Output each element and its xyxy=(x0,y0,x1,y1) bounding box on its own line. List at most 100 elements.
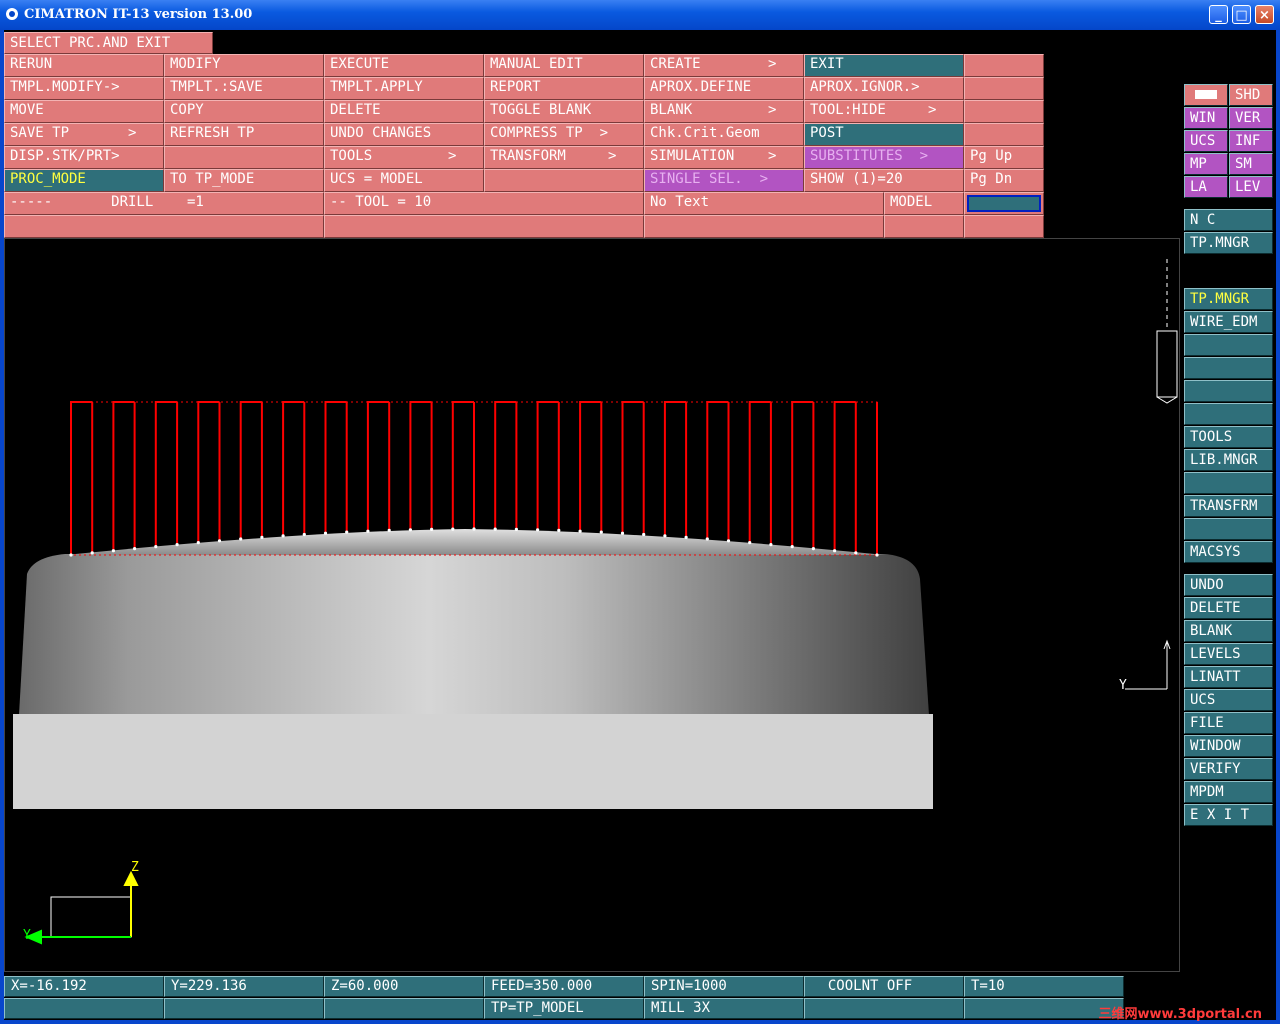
color-swatch[interactable] xyxy=(967,195,1041,212)
status-r2-3: TP=TP_MODEL xyxy=(484,998,644,1019)
drill-point xyxy=(281,534,285,538)
menu-aprox-ignor-r2-5[interactable]: APROX.IGNOR.> xyxy=(804,77,964,100)
menu-simulation-r5-4[interactable]: SIMULATION > xyxy=(644,146,804,169)
minimize-button[interactable]: _ xyxy=(1209,5,1228,24)
mid-btn-blank-4[interactable] xyxy=(1184,380,1273,402)
menu-blank-r1-6[interactable] xyxy=(964,54,1044,77)
menu-transform-r5-3[interactable]: TRANSFORM > xyxy=(484,146,644,169)
mid-btn-blank-8[interactable] xyxy=(1184,472,1273,494)
view-btn-ucs[interactable]: UCS xyxy=(1184,130,1228,152)
view-btn-inf[interactable]: INF xyxy=(1229,130,1273,152)
graphics-viewport[interactable]: Y Z Y xyxy=(4,238,1180,972)
menu-compress-tp-r4-3[interactable]: COMPRESS TP > xyxy=(484,123,644,146)
menu-refresh-tp-r4-1[interactable]: REFRESH TP xyxy=(164,123,324,146)
nc-btn-0[interactable]: N C xyxy=(1184,209,1273,231)
cmd-btn-levels[interactable]: LEVELS xyxy=(1184,643,1273,665)
view-btn-lev[interactable]: LEV xyxy=(1229,176,1273,198)
drill-point xyxy=(705,537,709,541)
menu-disp-stk-prt-r5-0[interactable]: DISP.STK/PRT> xyxy=(4,146,164,169)
empty-cell-4 xyxy=(964,215,1044,238)
menu-modify-r1-1[interactable]: MODIFY xyxy=(164,54,324,77)
cmd-btn-e-x-i-t[interactable]: E X I T xyxy=(1184,804,1273,826)
cmd-btn-delete[interactable]: DELETE xyxy=(1184,597,1273,619)
view-btn-mp[interactable]: MP xyxy=(1184,153,1228,175)
menu-blank-r3-6[interactable] xyxy=(964,100,1044,123)
view-btn-sm[interactable]: SM xyxy=(1229,153,1273,175)
menu-show-1-20-r6-5[interactable]: SHOW (1)=20 xyxy=(804,169,964,192)
menu-proc-mode-r6-0[interactable]: PROC_MODE xyxy=(4,169,164,192)
menu-tmplt-apply-r2-2[interactable]: TMPLT.APPLY xyxy=(324,77,484,100)
menu-move-r3-0[interactable]: MOVE xyxy=(4,100,164,123)
mid-btn-lib-mngr[interactable]: LIB.MNGR xyxy=(1184,449,1273,471)
drill-point xyxy=(726,539,731,543)
menu-undo-changes-r4-2[interactable]: UNDO CHANGES xyxy=(324,123,484,146)
cmd-btn-mpdm[interactable]: MPDM xyxy=(1184,781,1273,803)
menu-exit-r1-5[interactable]: EXIT xyxy=(804,54,964,77)
close-button[interactable]: × xyxy=(1255,5,1274,24)
mid-btn-transfrm[interactable]: TRANSFRM xyxy=(1184,495,1273,517)
menu-substitutes-r5-5[interactable]: SUBSTITUTES > xyxy=(804,146,964,169)
menu-rerun-r1-0[interactable]: RERUN xyxy=(4,54,164,77)
menu-aprox-define-r2-4[interactable]: APROX.DEFINE xyxy=(644,77,804,100)
drill-point xyxy=(875,553,879,557)
menu-post-r4-5[interactable]: POST xyxy=(804,123,964,146)
cmd-btn-linatt[interactable]: LINATT xyxy=(1184,666,1273,688)
drill-point xyxy=(175,543,179,547)
menu-pg-up-r5-6[interactable]: Pg Up xyxy=(964,146,1044,169)
drill-point xyxy=(599,530,603,534)
info-cell-4[interactable] xyxy=(964,192,1044,215)
cmd-btn-window[interactable]: WINDOW xyxy=(1184,735,1273,757)
menu-delete-r3-2[interactable]: DELETE xyxy=(324,100,484,123)
menu-create-r1-4[interactable]: CREATE > xyxy=(644,54,804,77)
menu-pg-dn-r6-6[interactable]: Pg Dn xyxy=(964,169,1044,192)
menu-to-tp-mode-r6-1[interactable]: TO TP_MODE xyxy=(164,169,324,192)
menu-manual-edit-r1-3[interactable]: MANUAL EDIT xyxy=(484,54,644,77)
menu-blank-r5-1[interactable] xyxy=(164,146,324,169)
drill-point xyxy=(472,527,476,531)
menu-ucs-model-r6-2[interactable]: UCS = MODEL xyxy=(324,169,484,192)
status-r1-1: Y=229.136 xyxy=(164,976,324,997)
menu-tmplt-save-r2-1[interactable]: TMPLT.:SAVE xyxy=(164,77,324,100)
drill-point xyxy=(366,529,370,533)
cmd-btn-verify[interactable]: VERIFY xyxy=(1184,758,1273,780)
mid-btn-tp-mngr[interactable]: TP.MNGR xyxy=(1184,288,1273,310)
menu-execute-r1-2[interactable]: EXECUTE xyxy=(324,54,484,77)
mid-btn-tools[interactable]: TOOLS xyxy=(1184,426,1273,448)
cmd-btn-ucs[interactable]: UCS xyxy=(1184,689,1273,711)
mid-btn-blank-10[interactable] xyxy=(1184,518,1273,540)
mid-btn-wire-edm[interactable]: WIRE_EDM xyxy=(1184,311,1273,333)
view-btn-shd[interactable]: SHD xyxy=(1229,84,1273,106)
cmd-btn-undo[interactable]: UNDO xyxy=(1184,574,1273,596)
drill-point xyxy=(811,547,816,551)
status-r2-0 xyxy=(4,998,164,1019)
menu-tools-r5-2[interactable]: TOOLS > xyxy=(324,146,484,169)
part-body xyxy=(19,554,929,715)
view-btn-la[interactable]: LA xyxy=(1184,176,1228,198)
menu-blank-r4-6[interactable] xyxy=(964,123,1044,146)
cmd-btn-file[interactable]: FILE xyxy=(1184,712,1273,734)
stock-base xyxy=(13,714,933,809)
menu-report-r2-3[interactable]: REPORT xyxy=(484,77,644,100)
mid-btn-blank-5[interactable] xyxy=(1184,403,1273,425)
mid-btn-blank-2[interactable] xyxy=(1184,334,1273,356)
menu-blank-r6-3[interactable] xyxy=(484,169,644,192)
menu-blank-r2-6[interactable] xyxy=(964,77,1044,100)
menu-tmpl-modify-r2-0[interactable]: TMPL.MODIFY-> xyxy=(4,77,164,100)
menu-toggle-blank-r3-3[interactable]: TOGGLE BLANK xyxy=(484,100,644,123)
menu-save-tp-r4-0[interactable]: SAVE TP > xyxy=(4,123,164,146)
cmd-btn-blank[interactable]: BLANK xyxy=(1184,620,1273,642)
maximize-button[interactable]: □ xyxy=(1232,5,1251,24)
drill-point xyxy=(90,551,94,555)
menu-chk-crit-geom-r4-4[interactable]: Chk.Crit.Geom xyxy=(644,123,804,146)
view-btn-white[interactable] xyxy=(1184,84,1228,106)
nc-btn-1[interactable]: TP.MNGR xyxy=(1184,232,1273,254)
mid-btn-blank-3[interactable] xyxy=(1184,357,1273,379)
view-btn-ver[interactable]: VER xyxy=(1229,107,1273,129)
menu-copy-r3-1[interactable]: COPY xyxy=(164,100,324,123)
view-btn-win[interactable]: WIN xyxy=(1184,107,1228,129)
status-r2-1 xyxy=(164,998,324,1019)
menu-blank-r3-4[interactable]: BLANK > xyxy=(644,100,804,123)
menu-single-sel-r6-4[interactable]: SINGLE SEL. > xyxy=(644,169,804,192)
mid-btn-macsys[interactable]: MACSYS xyxy=(1184,541,1273,563)
menu-tool-hide-r3-5[interactable]: TOOL:HIDE > xyxy=(804,100,964,123)
